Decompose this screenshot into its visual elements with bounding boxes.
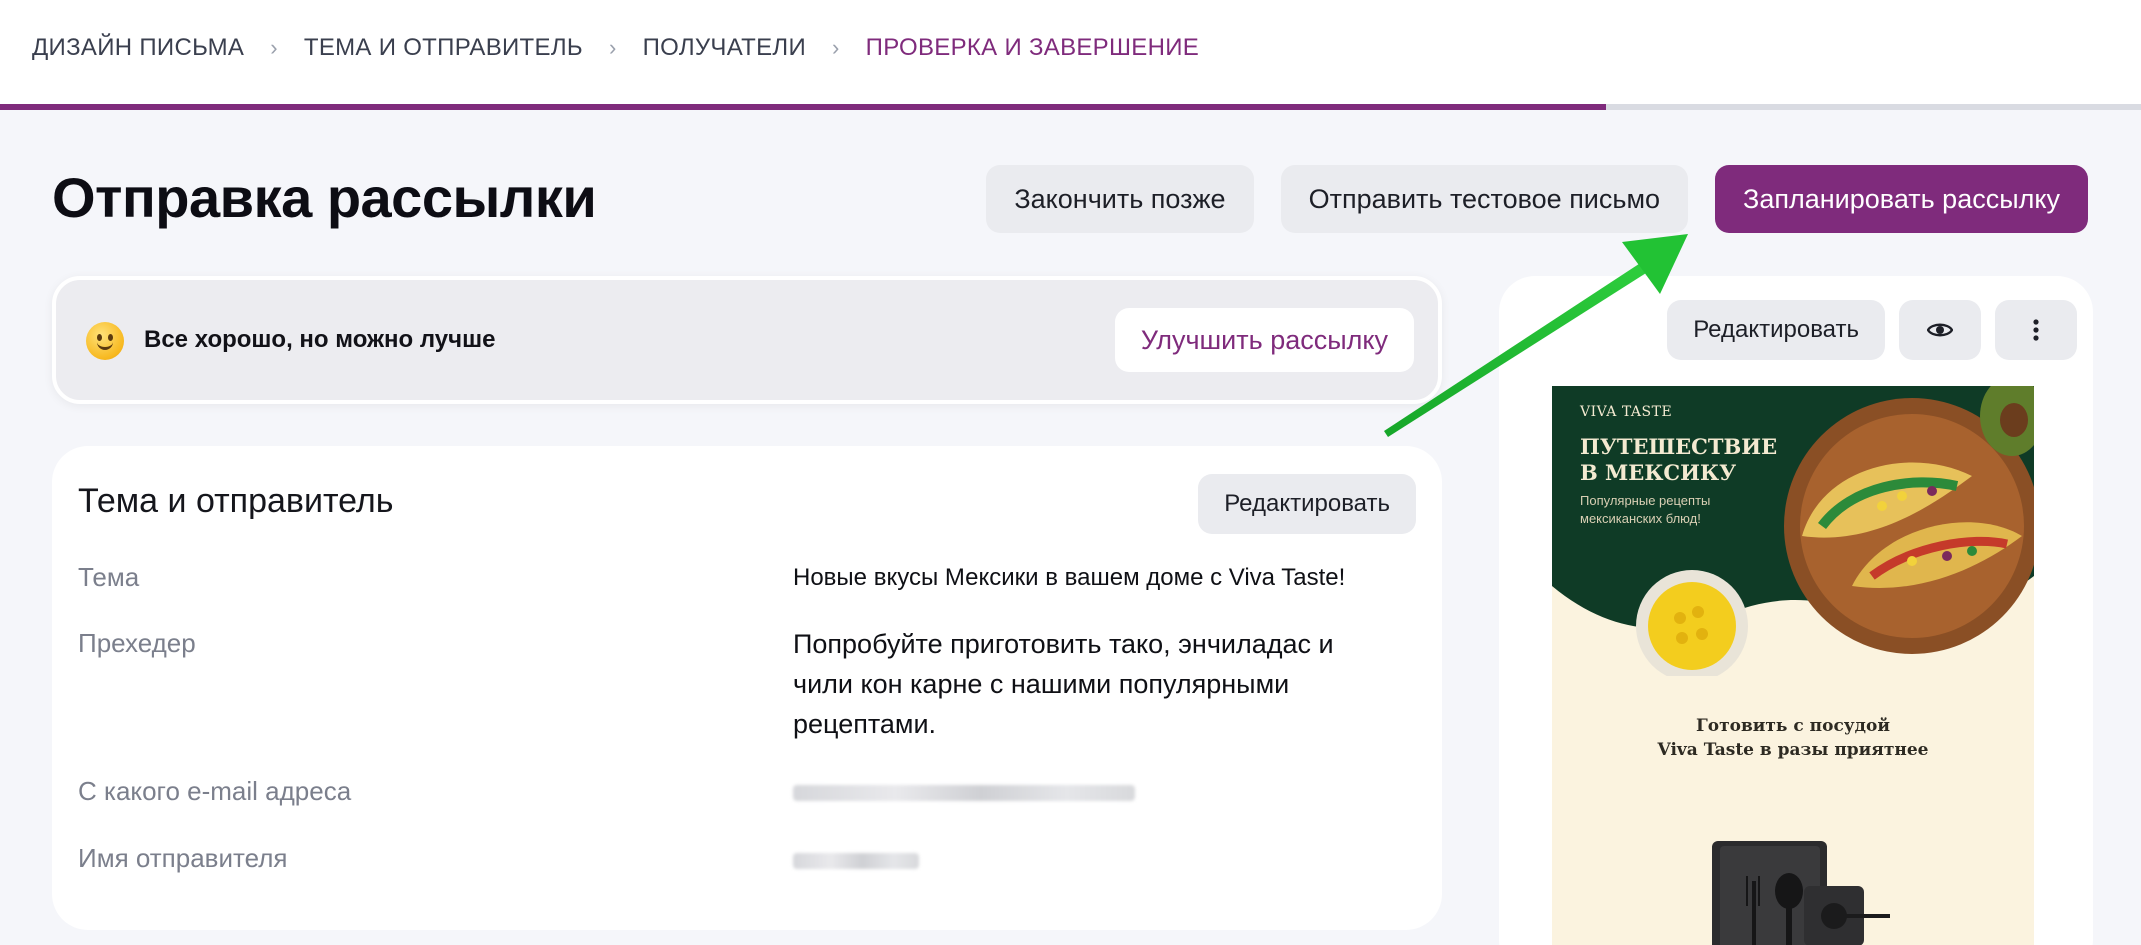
preview-button[interactable] bbox=[1899, 300, 1981, 360]
finish-later-button[interactable]: Закончить позже bbox=[986, 165, 1254, 233]
sender-name-label: Имя отправителя bbox=[78, 843, 288, 873]
step-design[interactable]: ДИЗАЙН ПИСЬМА bbox=[32, 34, 244, 62]
step-review[interactable]: ПРОВЕРКА И ЗАВЕРШЕНИЕ bbox=[866, 34, 1199, 62]
progress-fill bbox=[0, 104, 1606, 110]
score-banner: Все хорошо, но можно лучше Улучшить расс… bbox=[52, 276, 1442, 404]
improve-campaign-button[interactable]: Улучшить рассылку bbox=[1114, 308, 1414, 372]
preview-actions: Редактировать bbox=[1667, 300, 2077, 360]
sender-email-label: С какого e-mail адреса bbox=[78, 776, 352, 806]
eye-icon bbox=[1927, 323, 1953, 337]
email-headline: ПУТЕШЕСТВИЕ В МЕКСИКУ bbox=[1580, 434, 1778, 485]
score-text: Все хорошо, но можно лучше bbox=[144, 326, 496, 353]
edit-design-button[interactable]: Редактировать bbox=[1667, 300, 1885, 360]
sender-email-value-redacted bbox=[793, 780, 1393, 808]
progress-track bbox=[0, 104, 2141, 110]
more-options-button[interactable] bbox=[1995, 300, 2077, 360]
breadcrumb: ДИЗАЙН ПИСЬМА › ТЕМА И ОТПРАВИТЕЛЬ › ПОЛ… bbox=[32, 28, 1199, 68]
more-vertical-icon bbox=[2033, 319, 2039, 341]
chevron-right-icon: › bbox=[832, 35, 840, 60]
sender-name-value-redacted bbox=[793, 848, 1393, 876]
email-subheadline: Популярные рецепты мексиканских блюд! bbox=[1580, 493, 1711, 526]
email-tagline: Готовить с посудой Viva Taste в разы при… bbox=[1657, 716, 1929, 760]
header-actions: Закончить позже Отправить тестовое письм… bbox=[986, 165, 2088, 233]
email-brand: VIVA TASTE bbox=[1580, 404, 1673, 420]
step-recipients[interactable]: ПОЛУЧАТЕЛИ bbox=[643, 34, 806, 62]
subject-label: Тема bbox=[78, 562, 140, 592]
email-hero: VIVA TASTE ПУТЕШЕСТВИЕ В МЕКСИКУ Популяр… bbox=[1552, 386, 2034, 676]
cookware-image bbox=[1712, 841, 1890, 945]
page-title: Отправка рассылки bbox=[52, 166, 597, 229]
schedule-button[interactable]: Запланировать рассылку bbox=[1715, 165, 2088, 233]
preheader-label: Прехедер bbox=[78, 628, 196, 658]
chevron-right-icon: › bbox=[270, 35, 278, 60]
subject-value: Новые вкусы Мексики в вашем доме с Viva … bbox=[793, 564, 1346, 591]
email-preview-panel: Редактировать VIVA TASTE ПУТЕШЕСТВИЕ В М… bbox=[1499, 276, 2093, 945]
subject-sender-card: Тема и отправитель Редактировать Тема Но… bbox=[52, 446, 1442, 930]
chevron-right-icon: › bbox=[608, 35, 617, 60]
step-subject-sender[interactable]: ТЕМА И ОТПРАВИТЕЛЬ bbox=[304, 34, 583, 62]
slight-smile-emoji-icon bbox=[86, 322, 124, 360]
email-thumbnail[interactable]: VIVA TASTE ПУТЕШЕСТВИЕ В МЕКСИКУ Популяр… bbox=[1552, 386, 2034, 945]
card-title: Тема и отправитель bbox=[78, 482, 394, 520]
steps-bar: ДИЗАЙН ПИСЬМА › ТЕМА И ОТПРАВИТЕЛЬ › ПОЛ… bbox=[0, 0, 2141, 110]
tacos-illustration bbox=[1552, 386, 2034, 676]
send-test-button[interactable]: Отправить тестовое письмо bbox=[1280, 165, 1689, 233]
edit-subject-sender-button[interactable]: Редактировать bbox=[1198, 474, 1416, 534]
preheader-value: Попробуйте приготовить тако, энчиладас и… bbox=[793, 629, 1334, 739]
